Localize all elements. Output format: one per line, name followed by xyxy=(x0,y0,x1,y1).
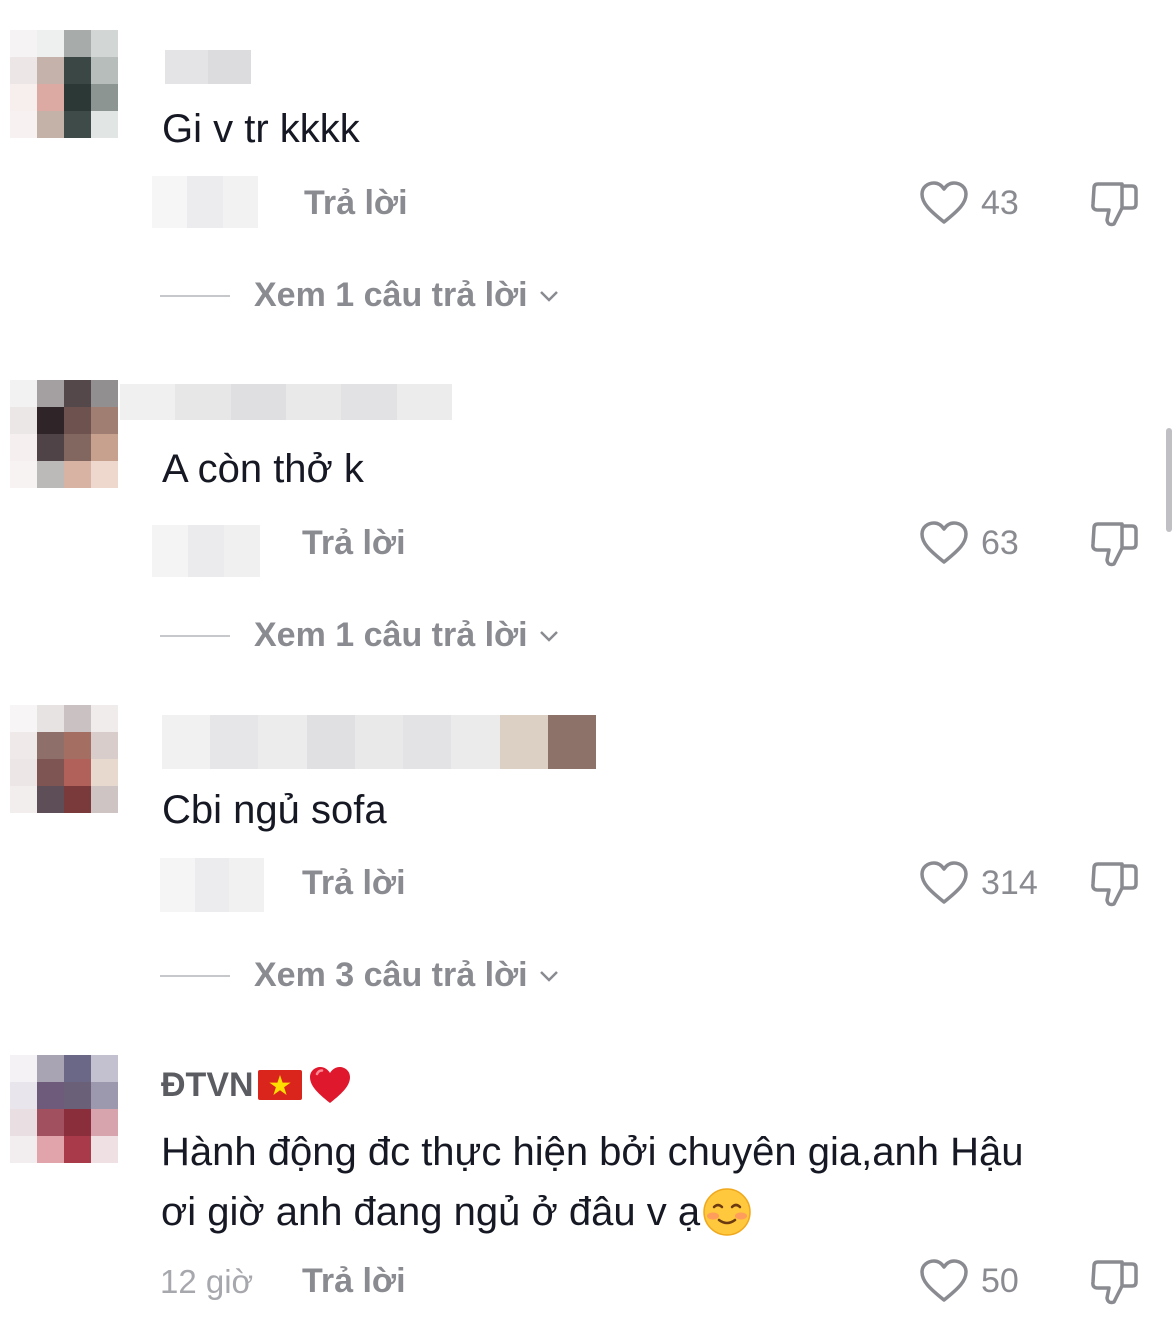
reply-button[interactable]: Trả lời xyxy=(304,184,408,223)
heart-icon[interactable] xyxy=(919,860,969,906)
dislike-icon[interactable] xyxy=(1088,180,1140,230)
comment-text-line-2-wrap: ơi giờ anh đang ngủ ở đâu v ạ xyxy=(161,1187,752,1237)
avatar[interactable] xyxy=(10,380,118,488)
view-replies-label: Xem 1 câu trả lời xyxy=(254,616,528,654)
like-count: 50 xyxy=(981,1262,1019,1300)
comment-text-line-1: Hành động đc thực hiện bởi chuyên gia,an… xyxy=(161,1130,1024,1174)
divider-line xyxy=(160,974,230,977)
comment-text-line-2: ơi giờ anh đang ngủ ở đâu v ạ xyxy=(161,1189,701,1234)
heart-icon[interactable] xyxy=(919,1258,969,1304)
comment-text: Cbi ngủ sofa xyxy=(162,788,387,832)
avatar[interactable] xyxy=(10,705,118,813)
dislike-icon[interactable] xyxy=(1088,860,1140,910)
reply-button[interactable]: Trả lời xyxy=(302,864,406,903)
like-count: 314 xyxy=(981,864,1038,902)
vietnam-flag-icon xyxy=(257,1070,302,1100)
comment-time: 12 giờ xyxy=(160,1263,254,1300)
red-heart-icon xyxy=(309,1067,350,1103)
smiling-face-icon xyxy=(703,1188,751,1236)
username-redacted xyxy=(120,384,452,420)
dislike-icon[interactable] xyxy=(1088,1258,1140,1308)
reply-button[interactable]: Trả lời xyxy=(302,524,406,563)
username-text: ĐTVN xyxy=(161,1065,254,1104)
comment-text: Gi v tr kkkk xyxy=(162,107,360,151)
heart-icon[interactable] xyxy=(919,520,969,566)
divider-line xyxy=(160,634,230,637)
timestamp-redacted xyxy=(152,176,258,228)
chevron-down-icon xyxy=(539,970,558,982)
divider-line xyxy=(160,294,230,297)
comment-text: A còn thở k xyxy=(162,447,364,491)
dislike-icon[interactable] xyxy=(1088,520,1140,570)
avatar[interactable] xyxy=(10,1055,118,1163)
timestamp-redacted xyxy=(152,525,260,577)
username[interactable]: ĐTVN xyxy=(161,1065,352,1105)
view-replies-button[interactable]: Xem 1 câu trả lời xyxy=(160,276,560,315)
username-redacted xyxy=(165,50,251,84)
scrollbar[interactable] xyxy=(1166,428,1172,532)
like-count: 43 xyxy=(981,184,1019,222)
view-replies-button[interactable]: Xem 3 câu trả lời xyxy=(160,956,560,995)
like-count: 63 xyxy=(981,524,1019,562)
username-redacted xyxy=(162,715,596,769)
heart-icon[interactable] xyxy=(919,180,969,226)
chevron-down-icon xyxy=(539,630,558,642)
avatar[interactable] xyxy=(10,30,118,138)
reply-button[interactable]: Trả lời xyxy=(302,1262,406,1301)
view-replies-button[interactable]: Xem 1 câu trả lời xyxy=(160,616,560,655)
view-replies-label: Xem 1 câu trả lời xyxy=(254,276,528,314)
chevron-down-icon xyxy=(539,290,558,302)
timestamp-redacted xyxy=(160,858,265,912)
view-replies-label: Xem 3 câu trả lời xyxy=(254,956,528,994)
